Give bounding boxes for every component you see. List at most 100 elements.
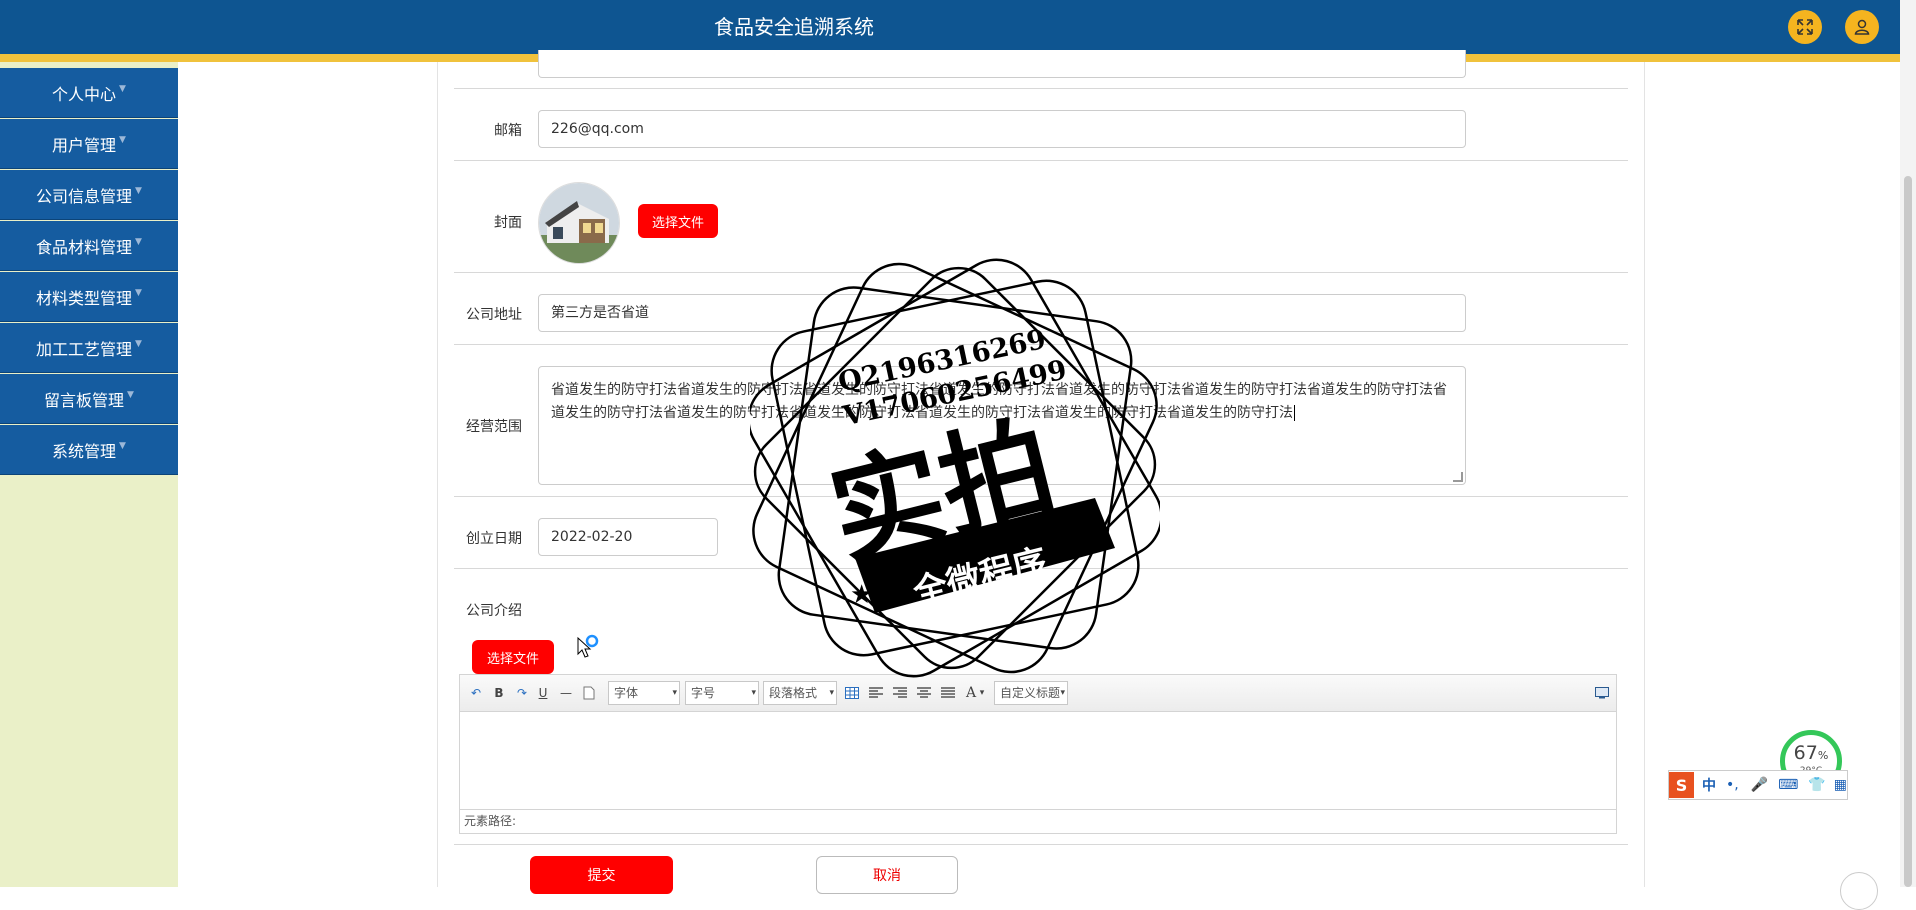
editor-toolbar: ↶ B ↷ U — 字体 ▾ 字号 ▾ 段落格式 ▾ A ▾ 自定义标题 ▾	[460, 675, 1616, 712]
top-header: 食品安全追溯系统	[0, 0, 1900, 54]
user-icon	[1854, 19, 1870, 35]
row-divider	[454, 344, 1628, 345]
microphone-icon[interactable]: 🎤	[1751, 777, 1768, 793]
dropdown-arrow-icon[interactable]: ▾	[978, 683, 986, 703]
align-left-icon[interactable]	[868, 683, 884, 703]
resize-handle[interactable]	[1453, 472, 1463, 482]
paragraph-format-select[interactable]: 段落格式 ▾	[763, 681, 837, 705]
text-caret	[1294, 405, 1295, 421]
row-divider	[454, 272, 1628, 273]
font-color-button[interactable]: A	[964, 683, 978, 703]
sidebar-item-company-info[interactable]: 公司信息管理 ▼	[0, 170, 178, 220]
editor-status-bar: 元素路径:	[460, 809, 1616, 833]
document-icon[interactable]	[582, 683, 596, 703]
paragraph-format-value: 段落格式	[769, 686, 818, 700]
element-path-label: 元素路径:	[464, 814, 517, 828]
editor-content-area[interactable]	[460, 711, 1616, 809]
submit-button[interactable]: 提交	[530, 856, 673, 894]
founded-date-input[interactable]: 2022-02-20	[538, 518, 718, 556]
bold-button[interactable]: B	[492, 683, 506, 703]
sidebar-item-label: 食品材料管理	[36, 237, 133, 257]
sidebar-item-label: 材料类型管理	[36, 288, 133, 308]
custom-title-value: 自定义标题	[1000, 686, 1061, 700]
skin-icon[interactable]: 👕	[1808, 777, 1825, 793]
table-icon[interactable]	[844, 683, 860, 703]
cover-image	[538, 182, 620, 264]
sidebar-item-label: 系统管理	[52, 441, 117, 461]
dropdown-arrow-icon: ▾	[1060, 688, 1065, 698]
keyboard-icon[interactable]: ⌨	[1778, 777, 1798, 793]
caret-down-icon: ▼	[135, 236, 142, 247]
sidebar-item-user-management[interactable]: 用户管理 ▼	[0, 119, 178, 169]
caret-down-icon: ▼	[127, 389, 134, 400]
row-divider	[454, 844, 1628, 845]
intro-label: 公司介绍	[466, 603, 522, 619]
sidebar-item-material-type[interactable]: 材料类型管理 ▼	[0, 272, 178, 322]
sidebar-item-personal-center[interactable]: 个人中心 ▼	[0, 68, 178, 118]
caret-down-icon: ▼	[135, 287, 142, 298]
row-divider	[454, 568, 1628, 569]
rich-text-editor: ↶ B ↷ U — 字体 ▾ 字号 ▾ 段落格式 ▾ A ▾ 自定义标题 ▾ 元…	[459, 674, 1617, 834]
sidebar-item-label: 公司信息管理	[36, 186, 133, 206]
fullscreen-editor-icon[interactable]	[1594, 683, 1610, 703]
custom-title-select[interactable]: 自定义标题 ▾	[994, 681, 1068, 705]
email-label: 邮箱	[494, 123, 522, 139]
app-title: 食品安全追溯系统	[714, 15, 874, 39]
cover-label: 封面	[494, 215, 522, 231]
font-family-select[interactable]: 字体 ▾	[608, 681, 680, 705]
mouse-cursor-icon	[577, 634, 599, 658]
address-label: 公司地址	[466, 307, 522, 323]
caret-down-icon: ▼	[119, 83, 126, 94]
underline-button[interactable]: U	[536, 683, 550, 703]
ime-language[interactable]: 中	[1702, 775, 1716, 795]
sogou-logo-icon: S	[1669, 772, 1694, 798]
scope-textarea[interactable]: 省道发生的防守打法省道发生的防守打法省道发生的防守打法省道发生的防守打法省道发生…	[538, 366, 1466, 485]
founded-label: 创立日期	[466, 531, 522, 547]
caret-down-icon: ▼	[135, 185, 142, 196]
caret-down-icon: ▼	[119, 134, 126, 145]
cancel-button[interactable]: 取消	[816, 856, 958, 894]
scrollbar-thumb[interactable]	[1904, 176, 1912, 887]
row-divider	[454, 160, 1628, 161]
user-button[interactable]	[1845, 10, 1879, 44]
scope-text: 省道发生的防守打法省道发生的防守打法省道发生的防守打法省道发生的防守打法省道发生…	[551, 382, 1447, 421]
expand-icon	[1797, 19, 1813, 35]
intro-select-file-button[interactable]: 选择文件	[472, 640, 554, 674]
sidebar-item-processing[interactable]: 加工工艺管理 ▼	[0, 323, 178, 373]
align-center-icon[interactable]	[916, 683, 932, 703]
sidebar: 个人中心 ▼ 用户管理 ▼ 公司信息管理 ▼ 食品材料管理 ▼ 材料类型管理 ▼ 加工工艺…	[0, 62, 178, 887]
sidebar-item-label: 加工工艺管理	[36, 339, 133, 359]
scope-label: 经营范围	[466, 419, 522, 435]
email-input[interactable]: 226@qq.com	[538, 110, 1466, 148]
ime-toolbar[interactable]: S 中 •, 🎤 ⌨ 👕 ▦	[1668, 770, 1848, 800]
toolbox-icon[interactable]: ▦	[1834, 777, 1847, 793]
caret-down-icon: ▼	[119, 440, 126, 451]
font-family-value: 字体	[614, 686, 639, 700]
back-to-top-button[interactable]	[1840, 872, 1878, 910]
address-input[interactable]: 第三方是否省道	[538, 294, 1466, 332]
sidebar-item-label: 用户管理	[52, 135, 117, 155]
font-size-select[interactable]: 字号 ▾	[685, 681, 759, 705]
dropdown-arrow-icon: ▾	[829, 688, 834, 698]
row-divider	[454, 88, 1628, 89]
fullscreen-button[interactable]	[1788, 10, 1822, 44]
row-divider	[454, 496, 1628, 497]
sidebar-item-system[interactable]: 系统管理 ▼	[0, 425, 178, 475]
cover-select-file-button[interactable]: 选择文件	[638, 204, 718, 238]
sidebar-item-label: 留言板管理	[44, 390, 125, 410]
sidebar-item-message-board[interactable]: 留言板管理 ▼	[0, 374, 178, 424]
align-justify-icon[interactable]	[940, 683, 956, 703]
caret-down-icon: ▼	[135, 338, 142, 349]
dropdown-arrow-icon: ▾	[672, 688, 677, 698]
undo-icon[interactable]: ↶	[468, 683, 484, 703]
redo-icon[interactable]: ↷	[514, 683, 530, 703]
battery-percent: 67%	[1793, 742, 1829, 764]
sidebar-item-food-material[interactable]: 食品材料管理 ▼	[0, 221, 178, 271]
dropdown-arrow-icon: ▾	[751, 688, 756, 698]
previous-field-input[interactable]	[538, 50, 1466, 78]
font-size-value: 字号	[691, 686, 716, 700]
punctuation-icon[interactable]: •,	[1726, 777, 1739, 793]
sidebar-item-label: 个人中心	[52, 84, 117, 104]
horizontal-rule-icon[interactable]: —	[558, 683, 574, 703]
align-right-icon[interactable]	[892, 683, 908, 703]
